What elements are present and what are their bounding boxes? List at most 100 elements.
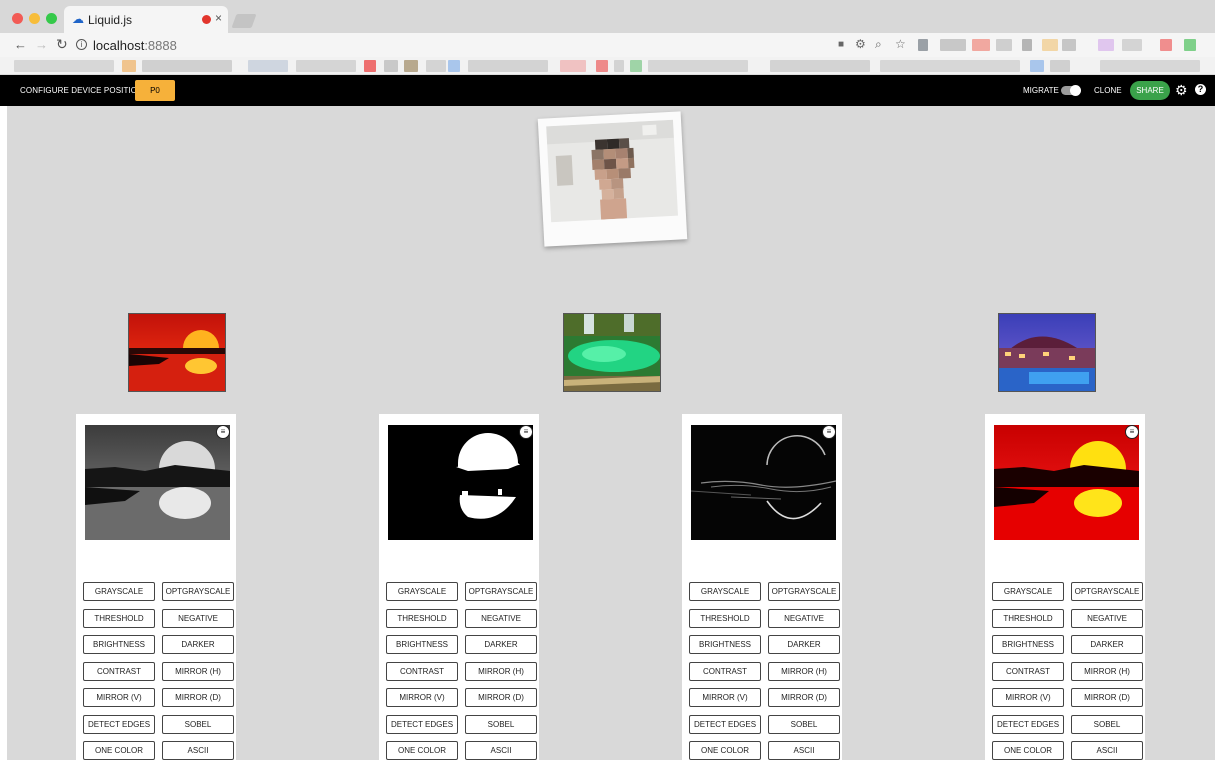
bookmark-item[interactable] — [614, 60, 624, 72]
filter-button-mirror-h[interactable]: MIRROR (H) — [768, 661, 840, 681]
filter-button-mirror-d[interactable]: MIRROR (D) — [162, 688, 234, 707]
extension-icon[interactable] — [1022, 39, 1032, 51]
filter-button-brightness[interactable]: BRIGHTNESS — [83, 635, 155, 654]
extension-icon[interactable] — [940, 39, 966, 51]
bookmark-item[interactable] — [880, 60, 1020, 72]
filter-button-optgrayscale[interactable]: OPTGRAYSCALE — [162, 582, 234, 601]
bookmark-item[interactable] — [296, 60, 356, 72]
filter-button-sobel[interactable]: SOBEL — [1071, 714, 1143, 734]
minimize-window-button[interactable] — [29, 13, 40, 24]
filter-button-negative[interactable]: NEGATIVE — [162, 608, 234, 628]
filter-button-contrast[interactable]: CONTRAST — [83, 661, 155, 681]
wifi-badge-icon[interactable]: ≡ — [1125, 425, 1139, 439]
settings-gear-icon[interactable]: ⚙ — [1175, 82, 1188, 98]
bookmark-item[interactable] — [404, 60, 418, 72]
filter-button-detect-edges[interactable]: DETECT EDGES — [992, 714, 1064, 734]
filter-button-mirror-v[interactable]: MIRROR (V) — [83, 688, 155, 707]
extension-icon[interactable] — [972, 39, 990, 51]
reload-icon[interactable]: ↻ — [56, 36, 68, 53]
filter-button-mirror-d[interactable]: MIRROR (D) — [768, 688, 840, 707]
filter-button-detect-edges[interactable]: DETECT EDGES — [83, 714, 155, 734]
filter-card-edges[interactable]: ≡ GRAYSCALE OPTGRAYSCALE THRESHOLD NEGATIVE… — [682, 414, 842, 760]
filter-button-mirror-h[interactable]: MIRROR (H) — [1071, 661, 1143, 681]
device-position-button[interactable]: P0 — [135, 80, 175, 101]
tab-close-icon[interactable]: × — [215, 11, 222, 25]
filter-button-sobel[interactable]: SOBEL — [768, 714, 840, 734]
bookmark-item[interactable] — [142, 60, 232, 72]
bookmark-item[interactable] — [384, 60, 398, 72]
wifi-badge-icon[interactable]: ≡ — [519, 425, 533, 439]
filter-button-ascii[interactable]: ASCII — [1071, 741, 1143, 760]
filter-button-darker[interactable]: DARKER — [1071, 635, 1143, 654]
browser-tab[interactable]: ☁ Liquid.js × — [64, 6, 228, 33]
filter-button-optgrayscale[interactable]: OPTGRAYSCALE — [1071, 582, 1143, 601]
filter-button-darker[interactable]: DARKER — [162, 635, 234, 654]
bookmark-item[interactable] — [1050, 60, 1070, 72]
zoom-icon[interactable]: ⌕ — [875, 37, 882, 52]
resort-thumbnail[interactable] — [998, 313, 1096, 392]
lagoon-thumbnail[interactable] — [563, 313, 661, 392]
filter-button-brightness[interactable]: BRIGHTNESS — [386, 635, 458, 654]
filter-button-mirror-h[interactable]: MIRROR (H) — [162, 661, 234, 681]
filter-button-negative[interactable]: NEGATIVE — [768, 608, 840, 628]
filter-button-darker[interactable]: DARKER — [465, 635, 537, 654]
filter-button-detect-edges[interactable]: DETECT EDGES — [689, 714, 761, 734]
filter-button-detect-edges[interactable]: DETECT EDGES — [386, 714, 458, 734]
filter-button-ascii[interactable]: ASCII — [465, 741, 537, 760]
filter-button-mirror-d[interactable]: MIRROR (D) — [465, 688, 537, 707]
bookmark-item[interactable] — [1030, 60, 1044, 72]
site-info-icon[interactable]: i — [76, 39, 87, 50]
extension-icon[interactable] — [1098, 39, 1114, 51]
filter-button-optgrayscale[interactable]: OPTGRAYSCALE — [465, 582, 537, 601]
extension-icon[interactable] — [1122, 39, 1142, 51]
bookmark-item[interactable] — [630, 60, 642, 72]
filter-button-ascii[interactable]: ASCII — [162, 741, 234, 760]
extension-icon[interactable]: ⚙ — [855, 37, 866, 51]
filter-button-one-color[interactable]: ONE COLOR — [992, 741, 1064, 760]
bookmark-item[interactable] — [560, 60, 586, 72]
filter-button-grayscale[interactable]: GRAYSCALE — [689, 582, 761, 601]
filter-button-sobel[interactable]: SOBEL — [465, 714, 537, 734]
filter-button-threshold[interactable]: THRESHOLD — [83, 608, 155, 628]
camera-icon[interactable]: ■ — [838, 39, 844, 50]
maximize-window-button[interactable] — [46, 13, 57, 24]
filter-button-grayscale[interactable]: GRAYSCALE — [992, 582, 1064, 601]
extension-icon[interactable] — [996, 39, 1012, 51]
bookmark-item[interactable] — [648, 60, 748, 72]
filter-button-contrast[interactable]: CONTRAST — [689, 661, 761, 681]
extension-icon[interactable] — [1062, 39, 1076, 51]
filter-button-threshold[interactable]: THRESHOLD — [992, 608, 1064, 628]
extension-icon[interactable] — [1184, 39, 1196, 51]
url-field[interactable]: localhost:8888 — [93, 38, 177, 53]
sunset-thumbnail[interactable] — [128, 313, 226, 392]
bookmark-item[interactable] — [364, 60, 376, 72]
filter-button-darker[interactable]: DARKER — [768, 635, 840, 654]
bookmark-item[interactable] — [448, 60, 460, 72]
forward-arrow-icon[interactable]: → — [35, 37, 48, 52]
close-window-button[interactable] — [12, 13, 23, 24]
clone-button[interactable]: CLONE — [1094, 86, 1122, 95]
filter-button-mirror-v[interactable]: MIRROR (V) — [689, 688, 761, 707]
bookmark-item[interactable] — [122, 60, 136, 72]
bookmark-item[interactable] — [468, 60, 548, 72]
new-tab-button[interactable] — [231, 14, 257, 28]
filter-button-sobel[interactable]: SOBEL — [162, 714, 234, 734]
extension-icon[interactable] — [1160, 39, 1172, 51]
filter-button-brightness[interactable]: BRIGHTNESS — [992, 635, 1064, 654]
filter-button-ascii[interactable]: ASCII — [768, 741, 840, 760]
bookmark-star-icon[interactable]: ☆ — [895, 37, 906, 51]
filter-button-grayscale[interactable]: GRAYSCALE — [386, 582, 458, 601]
bookmark-item[interactable] — [596, 60, 608, 72]
filter-button-mirror-h[interactable]: MIRROR (H) — [465, 661, 537, 681]
filter-button-negative[interactable]: NEGATIVE — [465, 608, 537, 628]
filter-button-contrast[interactable]: CONTRAST — [992, 661, 1064, 681]
filter-button-one-color[interactable]: ONE COLOR — [386, 741, 458, 760]
help-icon[interactable]: ? — [1195, 84, 1206, 95]
filter-button-one-color[interactable]: ONE COLOR — [689, 741, 761, 760]
bookmark-item[interactable] — [14, 60, 114, 72]
webcam-polaroid[interactable] — [537, 111, 688, 247]
filter-card-color[interactable]: ≡ GRAYSCALE OPTGRAYSCALE THRESHOLD NEGATIVE… — [985, 414, 1145, 760]
filter-button-grayscale[interactable]: GRAYSCALE — [83, 582, 155, 601]
bookmark-item[interactable] — [426, 60, 446, 72]
filter-card-grayscale[interactable]: ≡ GRAYSCALE OPTGRAYSCALE THRESHOLD NEGATIVE… — [76, 414, 236, 760]
